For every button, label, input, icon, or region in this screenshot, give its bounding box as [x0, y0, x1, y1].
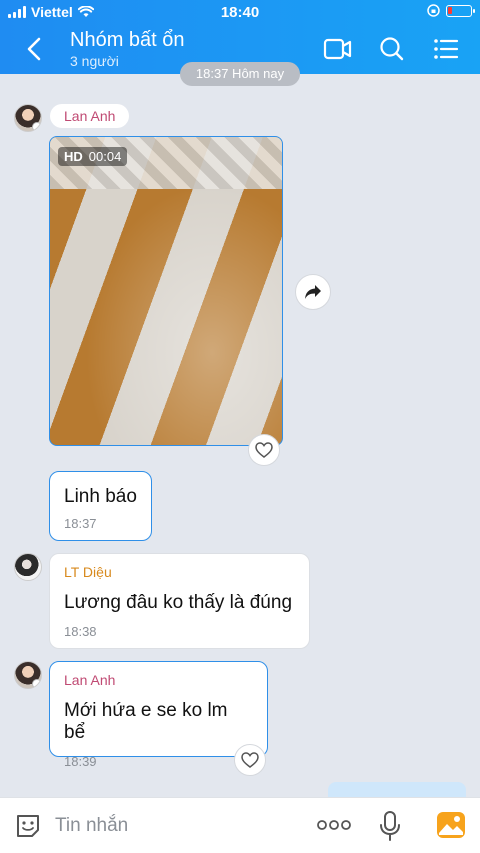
video-message[interactable]: HD 00:04: [49, 136, 283, 446]
message-text: Lương đâu ko thấy là đúng: [64, 592, 293, 613]
message-text: Linh báo: [64, 486, 137, 507]
time-divider-label: 18:37 Hôm nay: [195, 66, 285, 81]
battery-icon: [446, 4, 475, 17]
status-right: [427, 4, 475, 17]
share-icon: [305, 285, 321, 299]
message-time: 18:38: [64, 624, 97, 639]
sender-name: Lan Anh: [64, 672, 116, 688]
message-bubble[interactable]: Lan Anh Mới hứa e se ko lm bể 18:39: [49, 661, 268, 769]
message-time: 18:37: [64, 516, 97, 531]
video-quality: HD: [64, 149, 83, 164]
react-button[interactable]: [234, 744, 266, 776]
message-text: Mới hứa e se ko lm bể: [64, 700, 228, 743]
sticker-icon[interactable]: [14, 812, 42, 840]
orientation-lock-icon: [427, 4, 440, 17]
mic-icon[interactable]: [378, 810, 402, 842]
chat-title[interactable]: Nhóm bất ổn: [70, 29, 185, 52]
status-time: 18:40: [220, 4, 260, 21]
back-icon[interactable]: [22, 36, 48, 62]
video-call-icon[interactable]: [323, 36, 353, 62]
avatar-lan-anh[interactable]: [14, 104, 42, 132]
search-icon[interactable]: [377, 36, 407, 62]
input-bar: Tin nhắn: [0, 797, 480, 853]
status-bar: Viettel 18:40: [0, 0, 480, 24]
video-duration: 00:04: [88, 149, 122, 164]
menu-list-icon[interactable]: [431, 36, 461, 62]
heart-icon: [241, 752, 259, 768]
message-input[interactable]: Tin nhắn: [55, 815, 128, 837]
sender-name: Lan Anh: [50, 104, 130, 128]
message-bubble[interactable]: LT Diệu Lương đâu ko thấy là đúng 18:38: [49, 553, 310, 649]
video-badge: HD 00:04: [58, 147, 128, 166]
message-bubble[interactable]: Linh báo 18:37: [49, 471, 152, 541]
sender-name: LT Diệu: [64, 564, 112, 580]
heart-icon: [255, 442, 273, 458]
react-button[interactable]: [248, 434, 280, 466]
avatar-lt-dieu[interactable]: [14, 553, 42, 581]
avatar-lan-anh[interactable]: [14, 661, 42, 689]
time-divider: 18:37 Hôm nay: [180, 62, 300, 86]
message-time: 18:39: [64, 754, 97, 769]
share-button[interactable]: [295, 274, 331, 310]
more-icon[interactable]: [316, 818, 352, 832]
image-icon[interactable]: [436, 811, 466, 839]
member-count[interactable]: 3 người: [70, 53, 119, 69]
